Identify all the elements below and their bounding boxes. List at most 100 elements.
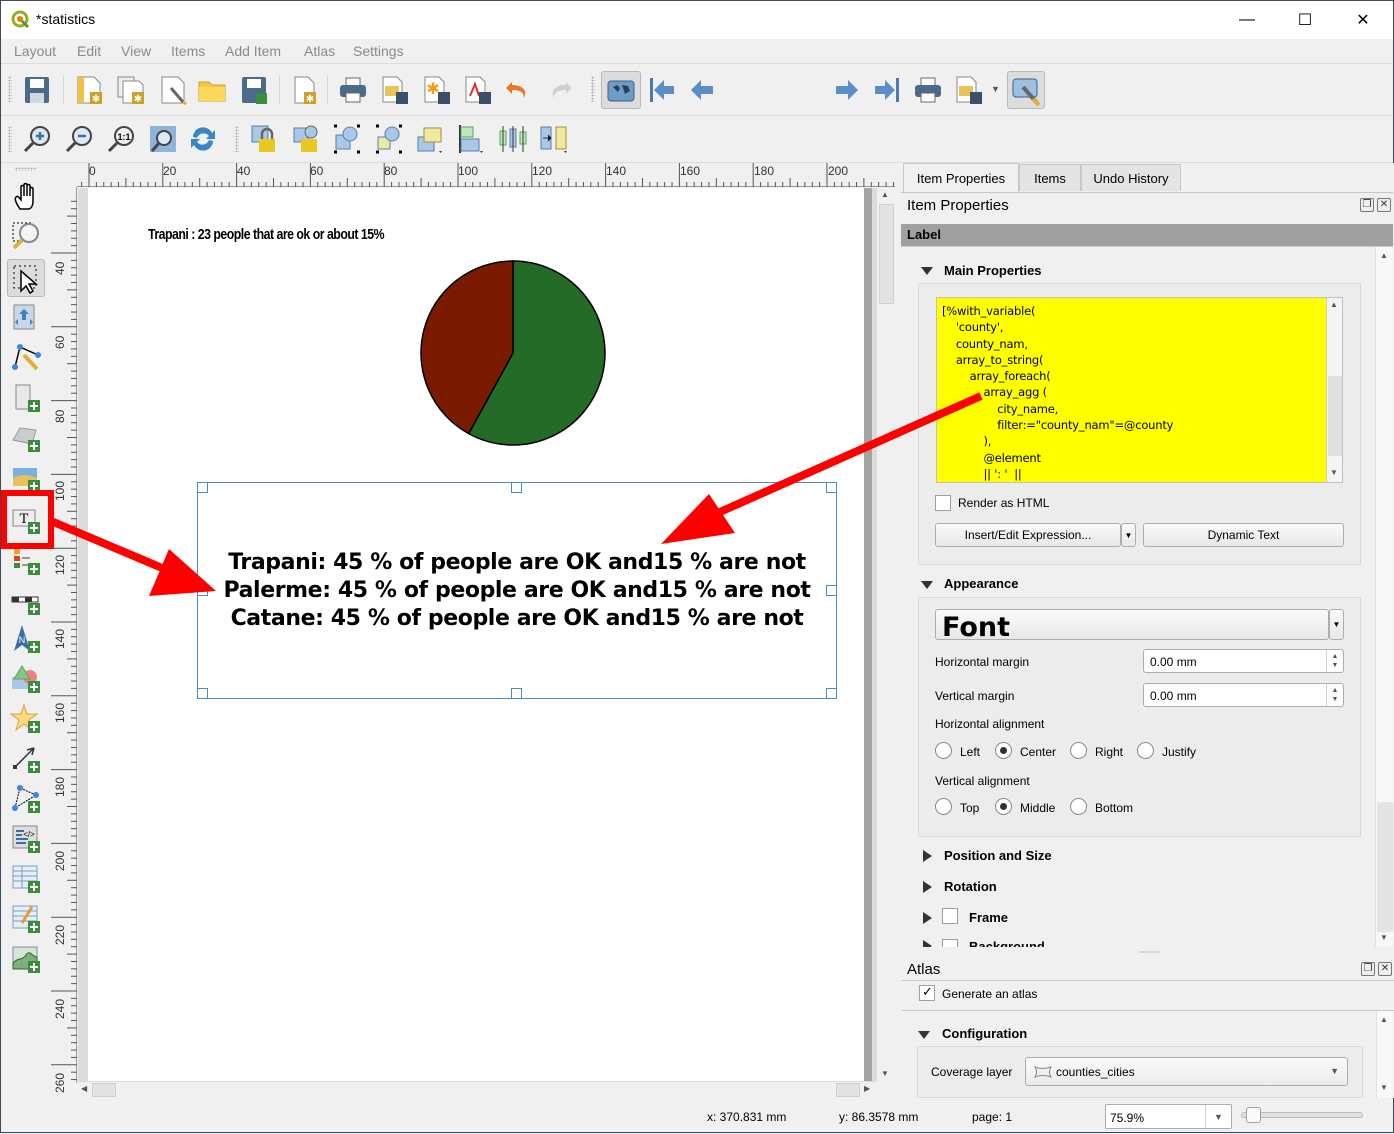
configuration-title[interactable]: Configuration bbox=[942, 1026, 1027, 1041]
add-map-icon[interactable] bbox=[10, 382, 42, 414]
align-left-icon[interactable] bbox=[456, 123, 488, 155]
save-as-template-icon[interactable] bbox=[238, 74, 270, 106]
scroll-right-icon[interactable]: ▶ bbox=[864, 1084, 870, 1093]
open-folder-icon[interactable] bbox=[196, 74, 228, 106]
print-atlas-icon[interactable] bbox=[912, 74, 944, 106]
menu-edit[interactable]: Edit bbox=[77, 43, 101, 59]
menu-atlas[interactable]: Atlas bbox=[304, 43, 335, 59]
zoom-actual-icon[interactable]: 1:1 bbox=[105, 123, 137, 155]
lock-items-icon[interactable] bbox=[249, 123, 281, 155]
insert-expression-button[interactable]: Insert/Edit Expression... bbox=[935, 523, 1121, 547]
resize-icon[interactable] bbox=[538, 123, 570, 155]
close-button[interactable]: ✕ bbox=[1334, 1, 1392, 39]
add-3d-map-icon[interactable] bbox=[10, 422, 42, 454]
unlock-items-icon[interactable] bbox=[291, 123, 323, 155]
add-scalebar-icon[interactable] bbox=[10, 585, 42, 617]
toolbar-grip[interactable] bbox=[8, 126, 12, 152]
layout-manager-icon[interactable] bbox=[157, 74, 189, 106]
label-expression-editor[interactable]: [%with_variable( 'county', county_nam, a… bbox=[936, 297, 1343, 483]
appearance-title[interactable]: Appearance bbox=[944, 576, 1018, 591]
zoom-slider-handle[interactable] bbox=[1246, 1107, 1261, 1123]
export-atlas-dropdown-icon[interactable]: ▼ bbox=[991, 84, 1000, 94]
new-layout-icon[interactable]: ✱ bbox=[73, 74, 105, 106]
expand-icon[interactable] bbox=[923, 850, 932, 862]
add-marker-icon[interactable] bbox=[10, 703, 42, 735]
valign-middle-radio[interactable] bbox=[995, 798, 1012, 815]
scrollbar-thumb[interactable] bbox=[1328, 376, 1342, 456]
add-north-arrow-icon[interactable]: N bbox=[10, 623, 42, 655]
tab-items[interactable]: Items bbox=[1019, 164, 1081, 191]
export-svg-icon[interactable]: ✱ bbox=[421, 74, 453, 106]
add-shape-icon[interactable] bbox=[10, 663, 42, 695]
halign-left-radio[interactable] bbox=[935, 742, 952, 759]
zoom-full-icon[interactable] bbox=[147, 123, 179, 155]
export-image-icon[interactable] bbox=[379, 74, 411, 106]
expand-icon[interactable] bbox=[923, 940, 932, 947]
next-feature-icon[interactable] bbox=[830, 74, 862, 106]
render-html-checkbox[interactable] bbox=[935, 495, 951, 511]
add-elevation-profile-icon[interactable] bbox=[10, 943, 42, 975]
first-feature-icon[interactable] bbox=[646, 74, 678, 106]
halign-justify-radio[interactable] bbox=[1137, 742, 1154, 759]
add-arrow-icon[interactable] bbox=[10, 743, 42, 775]
halign-right-radio[interactable] bbox=[1070, 742, 1087, 759]
preview-atlas-button[interactable] bbox=[601, 71, 641, 109]
font-button[interactable]: Font bbox=[935, 609, 1329, 640]
dock-splitter[interactable] bbox=[1139, 951, 1161, 953]
layout-canvas[interactable]: Trapani : 23 people that are ok or about… bbox=[78, 188, 876, 1081]
generate-atlas-checkbox[interactable]: ✓ bbox=[919, 984, 935, 1001]
selected-label-item[interactable]: Trapani: 45 % of people are OK and15 % a… bbox=[197, 482, 837, 699]
canvas-vertical-scrollbar[interactable]: ▲ ▼ bbox=[876, 188, 895, 1081]
canvas-horizontal-scrollbar[interactable]: ◀ ▶ bbox=[78, 1081, 876, 1098]
new-page-icon[interactable]: ✱ bbox=[289, 74, 321, 106]
dynamic-text-button[interactable]: Dynamic Text bbox=[1143, 523, 1344, 547]
add-fixed-table-icon[interactable] bbox=[10, 903, 42, 935]
tab-item-properties[interactable]: Item Properties bbox=[903, 163, 1019, 192]
vertical-margin-input[interactable]: 0.00 mm ▲ ▼ bbox=[1143, 683, 1344, 707]
expression-scrollbar[interactable]: ▲ ▼ bbox=[1326, 298, 1342, 482]
chevron-down-icon[interactable]: ▼ bbox=[1205, 1105, 1231, 1128]
valign-top-radio[interactable] bbox=[935, 798, 952, 815]
scroll-down-icon[interactable]: ▼ bbox=[1330, 468, 1338, 477]
print-icon[interactable] bbox=[337, 74, 369, 106]
scrollbar-thumb[interactable] bbox=[92, 1083, 116, 1097]
group-items-icon[interactable] bbox=[331, 123, 363, 155]
frame-checkbox[interactable] bbox=[942, 908, 958, 924]
collapse-icon[interactable] bbox=[918, 1031, 930, 1039]
close-dock-icon[interactable]: ✕ bbox=[1378, 962, 1392, 976]
previous-feature-icon[interactable] bbox=[687, 74, 719, 106]
save-icon[interactable] bbox=[21, 74, 53, 106]
valign-bottom-radio[interactable] bbox=[1070, 798, 1087, 815]
menu-add-item[interactable]: Add Item bbox=[225, 43, 281, 59]
spinner-arrows-icon[interactable]: ▲ ▼ bbox=[1326, 684, 1343, 706]
horizontal-margin-input[interactable]: 0.00 mm ▲ ▼ bbox=[1143, 649, 1344, 673]
expand-icon[interactable] bbox=[923, 912, 932, 924]
background-group[interactable]: Background bbox=[969, 939, 1045, 947]
menu-layout[interactable]: Layout bbox=[14, 43, 56, 59]
add-picture-icon[interactable] bbox=[10, 462, 42, 494]
export-atlas-icon[interactable] bbox=[953, 74, 985, 106]
halign-center-radio[interactable] bbox=[995, 742, 1012, 759]
spinner-arrows-icon[interactable]: ▲ ▼ bbox=[1326, 650, 1343, 672]
font-dropdown[interactable]: ▼ bbox=[1329, 609, 1344, 640]
toolbar-grip[interactable] bbox=[235, 126, 239, 152]
scroll-down-icon[interactable]: ▼ bbox=[1380, 1083, 1388, 1092]
move-item-content-icon[interactable] bbox=[10, 301, 42, 333]
layout-title-label[interactable]: Trapani : 23 people that are ok or about… bbox=[148, 226, 385, 243]
distribute-icon[interactable] bbox=[497, 123, 529, 155]
main-properties-title[interactable]: Main Properties bbox=[944, 263, 1042, 278]
last-feature-icon[interactable] bbox=[871, 74, 903, 106]
add-label-icon[interactable]: T bbox=[10, 504, 42, 536]
ungroup-items-icon[interactable] bbox=[373, 123, 405, 155]
frame-group[interactable]: Frame bbox=[969, 910, 1008, 925]
minimize-button[interactable]: — bbox=[1218, 1, 1276, 39]
background-checkbox[interactable] bbox=[942, 939, 958, 947]
scroll-up-icon[interactable]: ▲ bbox=[1330, 300, 1338, 309]
float-dock-icon[interactable]: ❐ bbox=[1361, 962, 1375, 976]
add-legend-icon[interactable] bbox=[10, 545, 42, 577]
coverage-layer-combo[interactable]: counties_cities ▼ bbox=[1025, 1057, 1348, 1086]
scroll-down-icon[interactable]: ▼ bbox=[1380, 933, 1388, 942]
toolbar-grip[interactable] bbox=[591, 76, 595, 102]
add-html-icon[interactable]: </> bbox=[10, 823, 42, 855]
raise-items-icon[interactable] bbox=[415, 123, 447, 155]
